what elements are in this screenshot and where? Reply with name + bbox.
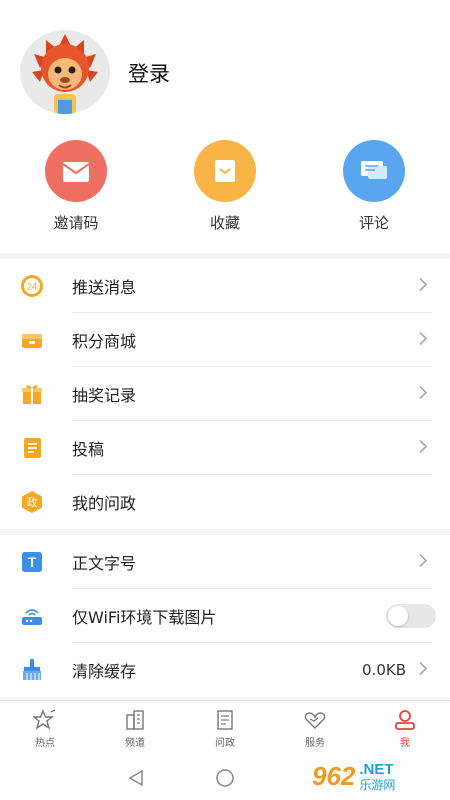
push-24-icon: 24	[20, 274, 44, 298]
chevron-right-icon	[419, 277, 428, 296]
tab-label: 我	[400, 738, 410, 749]
store-icon	[20, 328, 44, 352]
menu-item-label: 仅WiFi环境下载图片	[72, 608, 217, 627]
buildings-icon	[126, 710, 144, 730]
bookmark-icon	[194, 140, 256, 202]
profile-section: 登录 邀请码 收藏 评论	[0, 0, 450, 253]
envelope-icon	[45, 140, 107, 202]
watermark-name: 乐游网	[359, 777, 396, 792]
chevron-right-icon	[419, 553, 428, 572]
svg-text:政: 政	[27, 495, 38, 509]
menu-item-wifi-only-images[interactable]: 仅WiFi环境下载图片	[0, 589, 450, 643]
menu-item-clear-cache[interactable]: 清除缓存 0.0KB	[0, 643, 450, 697]
chevron-right-icon	[419, 439, 428, 458]
svg-text:T: T	[28, 554, 37, 570]
menu-item-lottery-records[interactable]: 抽奖记录	[0, 367, 450, 421]
menu-item-label: 正文字号	[72, 554, 137, 573]
tab-me[interactable]: 我	[360, 701, 450, 760]
menu-group-settings: T 正文字号 仅WiFi环境下载图片 清除缓存 0.0KB	[0, 535, 450, 697]
invite-code-button[interactable]: 邀请码	[16, 140, 136, 233]
broom-icon	[20, 658, 44, 682]
back-icon[interactable]	[127, 769, 145, 791]
comments-label: 评论	[358, 214, 389, 232]
lion-mascot-icon	[32, 34, 98, 114]
gift-icon	[20, 382, 44, 406]
chevron-right-icon	[419, 331, 428, 350]
chat-bubble-icon	[343, 140, 405, 202]
wifi-only-toggle[interactable]	[386, 604, 436, 628]
menu-group-account: 24 推送消息 积分商城 抽奖记录 投稿 政 我的问政	[0, 259, 450, 529]
tab-label: 频道	[125, 738, 145, 749]
favorites-label: 收藏	[209, 214, 240, 232]
menu-item-font-size[interactable]: T 正文字号	[0, 535, 450, 589]
menu-item-submission[interactable]: 投稿	[0, 421, 450, 475]
avatar[interactable]	[20, 30, 110, 114]
gov-hexagon-icon: 政	[20, 490, 44, 514]
menu-item-label: 抽奖记录	[72, 386, 137, 405]
wifi-router-icon	[20, 604, 44, 628]
tab-inquiries[interactable]: 问政	[180, 701, 270, 760]
tab-channels[interactable]: 频道	[90, 701, 180, 760]
bottom-tab-bar: 热点 频道 问政 服务 我	[0, 700, 450, 760]
chevron-right-icon	[419, 661, 428, 680]
menu-item-label: 我的问政	[72, 494, 137, 513]
comments-button[interactable]: 评论	[314, 140, 434, 233]
tab-label: 问政	[215, 738, 235, 749]
tab-services[interactable]: 服务	[270, 701, 360, 760]
document-stack-icon	[217, 710, 233, 730]
watermark-text: .NET 乐游网	[359, 762, 395, 791]
login-link[interactable]: 登录	[128, 58, 170, 88]
menu-item-push-messages[interactable]: 24 推送消息	[0, 259, 450, 313]
menu-item-label: 投稿	[72, 440, 105, 459]
tab-label: 服务	[305, 738, 325, 749]
invite-code-label: 邀请码	[53, 214, 99, 232]
home-icon[interactable]	[215, 768, 235, 792]
star-burst-icon	[33, 709, 56, 730]
watermark-logo: 962	[312, 760, 356, 791]
tab-label: 热点	[35, 738, 55, 749]
document-icon	[20, 436, 44, 460]
site-watermark: 962 .NET 乐游网	[312, 756, 444, 796]
favorites-button[interactable]: 收藏	[165, 140, 285, 233]
cache-size-value: 0.0KB	[362, 661, 406, 679]
watermark-domain: .NET	[359, 760, 394, 778]
chevron-right-icon	[419, 385, 428, 404]
tab-hot[interactable]: 热点	[0, 701, 90, 760]
menu-item-points-store[interactable]: 积分商城	[0, 313, 450, 367]
person-icon	[395, 710, 415, 730]
font-size-icon: T	[20, 550, 44, 574]
toggle-knob	[388, 606, 408, 626]
handshake-heart-icon	[304, 712, 326, 729]
svg-text:24: 24	[27, 282, 37, 292]
menu-item-my-inquiries[interactable]: 政 我的问政	[0, 475, 450, 529]
menu-item-label: 清除缓存	[72, 662, 137, 681]
menu-item-label: 积分商城	[72, 332, 137, 351]
menu-item-label: 推送消息	[72, 278, 137, 297]
